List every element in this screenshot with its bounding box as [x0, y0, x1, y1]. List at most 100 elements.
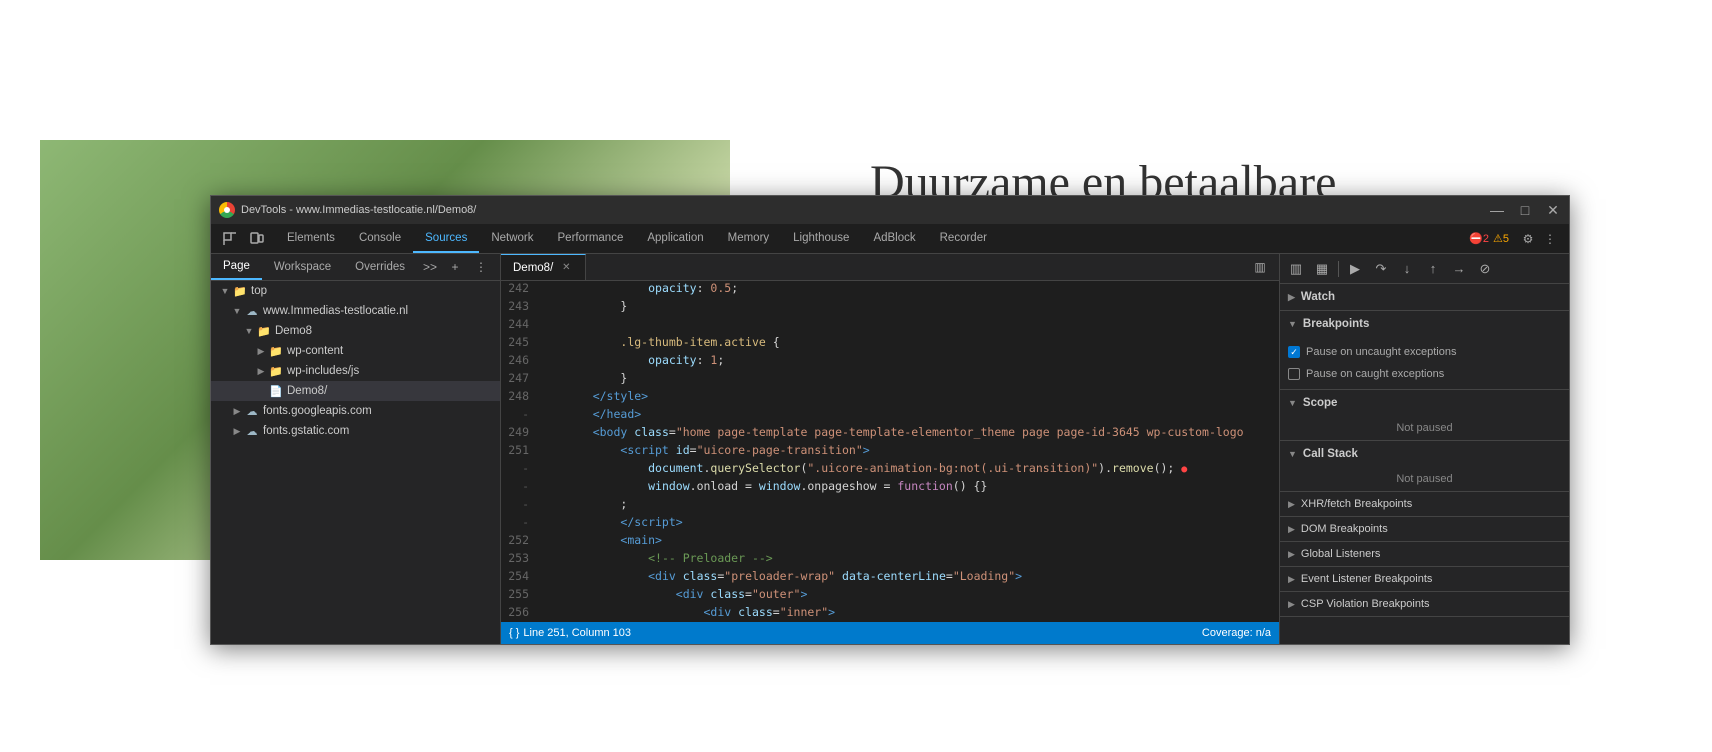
code-line-dash-2: - document.querySelector(".uicore-animat…	[501, 461, 1279, 479]
subtab-workspace[interactable]: Workspace	[262, 254, 343, 280]
caught-checkbox[interactable]	[1288, 368, 1300, 380]
tree-item-fonts-google[interactable]: ▶ ☁ fonts.googleapis.com	[211, 401, 500, 421]
panel-layout-btn[interactable]: ▦	[1310, 257, 1334, 281]
close-button[interactable]: ✕	[1545, 202, 1561, 219]
code-line-244: 244	[501, 317, 1279, 335]
tab-icons	[219, 224, 267, 253]
debug-section-watch: ▶ Watch	[1280, 284, 1569, 311]
subtab-more[interactable]: >>	[417, 254, 443, 280]
code-line-256: 256 <div class="inner">	[501, 605, 1279, 622]
breakpoints-body: ✓ Pause on uncaught exceptions Pause on …	[1280, 337, 1569, 389]
code-line-246: 246 opacity: 1;	[501, 353, 1279, 371]
warning-icon: ⚠	[1493, 232, 1503, 245]
step-over-btn[interactable]: ↷	[1369, 257, 1393, 281]
dom-header[interactable]: ▶ DOM Breakpoints	[1280, 517, 1569, 541]
event-header[interactable]: ▶ Event Listener Breakpoints	[1280, 567, 1569, 591]
breakpoint-caught[interactable]: Pause on caught exceptions	[1288, 363, 1561, 385]
event-label: Event Listener Breakpoints	[1301, 573, 1432, 585]
event-arrow: ▶	[1288, 574, 1295, 585]
new-snippet-btn[interactable]: +	[444, 256, 466, 278]
subtab-page[interactable]: Page	[211, 254, 262, 280]
tree-item-demo8-file[interactable]: 📄 Demo8/	[211, 381, 500, 401]
step-out-btn[interactable]: ↑	[1421, 257, 1445, 281]
code-line-245: 245 .lg-thumb-item.active {	[501, 335, 1279, 353]
xhr-header[interactable]: ▶ XHR/fetch Breakpoints	[1280, 492, 1569, 516]
tab-adblock[interactable]: AdBlock	[861, 224, 927, 253]
code-content[interactable]: 242 opacity: 0.5; 243 } 244	[501, 281, 1279, 622]
debug-section-dom: ▶ DOM Breakpoints	[1280, 517, 1569, 542]
tab-memory[interactable]: Memory	[716, 224, 782, 253]
settings-btn[interactable]: ⚙	[1517, 228, 1539, 250]
code-line-253: 253 <!-- Preloader -->	[501, 551, 1279, 569]
tree-item-demo8[interactable]: ▼ 📁 Demo8	[211, 321, 500, 341]
tree-item-immedias[interactable]: ▼ ☁ www.Immedias-testlocatie.nl	[211, 301, 500, 321]
csp-header[interactable]: ▶ CSP Violation Breakpoints	[1280, 592, 1569, 616]
step-into-btn[interactable]: ↓	[1395, 257, 1419, 281]
tree-arrow-fonts-gstatic: ▶	[231, 426, 243, 437]
tab-lighthouse[interactable]: Lighthouse	[781, 224, 861, 253]
code-line-249: 249 <body class="home page-template page…	[501, 425, 1279, 443]
tab-sources[interactable]: Sources	[413, 224, 479, 253]
tab-application[interactable]: Application	[635, 224, 715, 253]
breakpoint-uncaught[interactable]: ✓ Pause on uncaught exceptions	[1288, 341, 1561, 363]
code-line-252: 252 <main>	[501, 533, 1279, 551]
tree-item-fonts-gstatic[interactable]: ▶ ☁ fonts.gstatic.com	[211, 421, 500, 441]
resume-btn[interactable]: ▶	[1343, 257, 1367, 281]
main-content: Page Workspace Overrides >> + ⋮ ▼ 📁 top …	[211, 254, 1569, 644]
status-coverage: Coverage: n/a	[1202, 627, 1271, 639]
tree-item-wp-includes[interactable]: ▶ 📁 wp-includes/js	[211, 361, 500, 381]
breakpoints-header[interactable]: ▼ Breakpoints	[1280, 311, 1569, 337]
tree-label-top: top	[251, 285, 267, 297]
code-panel: Demo8/ ✕ ▥ 242 opacity: 0.5;	[501, 254, 1279, 644]
folder-icon-wp-includes: 📁	[269, 365, 283, 378]
sub-tabs-actions: + ⋮	[444, 254, 500, 280]
tab-network[interactable]: Network	[479, 224, 545, 253]
debug-section-event: ▶ Event Listener Breakpoints	[1280, 567, 1569, 592]
more-menu-btn[interactable]: ⋮	[1539, 228, 1561, 250]
tree-item-wp-content[interactable]: ▶ 📁 wp-content	[211, 341, 500, 361]
tab-performance[interactable]: Performance	[546, 224, 636, 253]
status-left: { } Line 251, Column 103	[509, 627, 631, 639]
folder-icon-top: 📁	[233, 285, 247, 298]
tree-item-top[interactable]: ▼ 📁 top	[211, 281, 500, 301]
breakpoints-label: Breakpoints	[1303, 318, 1369, 330]
watch-header[interactable]: ▶ Watch	[1280, 284, 1569, 310]
filter-btn[interactable]: ⋮	[470, 256, 492, 278]
debug-section-xhr: ▶ XHR/fetch Breakpoints	[1280, 492, 1569, 517]
tree-label-demo8: Demo8	[275, 325, 312, 337]
toolbar-separator-1	[1338, 261, 1339, 277]
tree-arrow-demo8: ▼	[243, 326, 255, 336]
device-toolbar-btn[interactable]	[245, 228, 267, 250]
title-bar-controls: — □ ✕	[1489, 202, 1561, 219]
code-tab-close-btn[interactable]: ✕	[559, 261, 573, 275]
deactivate-btn[interactable]: ⊘	[1473, 257, 1497, 281]
tree-label-fonts-google: fonts.googleapis.com	[263, 405, 372, 417]
inspect-element-btn[interactable]	[219, 228, 241, 250]
uncaught-checkbox[interactable]: ✓	[1288, 346, 1300, 358]
callstack-header[interactable]: ▼ Call Stack	[1280, 441, 1569, 467]
debug-section-global: ▶ Global Listeners	[1280, 542, 1569, 567]
subtab-overrides[interactable]: Overrides	[343, 254, 417, 280]
tab-recorder[interactable]: Recorder	[928, 224, 999, 253]
split-pane-btn[interactable]: ▥	[1249, 256, 1271, 278]
tab-elements[interactable]: Elements	[275, 224, 347, 253]
tab-console[interactable]: Console	[347, 224, 413, 253]
breakpoints-arrow: ▼	[1288, 319, 1297, 329]
code-line-242: 242 opacity: 0.5;	[501, 281, 1279, 299]
step-btn[interactable]: →	[1447, 257, 1471, 281]
tree-label-fonts-gstatic: fonts.gstatic.com	[263, 425, 349, 437]
folder-icon-demo8: 📁	[257, 325, 271, 338]
minimize-button[interactable]: —	[1489, 202, 1505, 218]
tree-arrow-immedias: ▼	[231, 306, 243, 316]
maximize-button[interactable]: □	[1517, 202, 1533, 218]
global-header[interactable]: ▶ Global Listeners	[1280, 542, 1569, 566]
tree-label-demo8-file: Demo8/	[287, 385, 327, 397]
split-editor-btn[interactable]: ▥	[1284, 257, 1308, 281]
code-tab-demo8[interactable]: Demo8/ ✕	[501, 254, 586, 280]
csp-label: CSP Violation Breakpoints	[1301, 598, 1430, 610]
error-icon: ⛔	[1469, 232, 1483, 245]
scope-header[interactable]: ▼ Scope	[1280, 390, 1569, 416]
cloud-icon-immedias: ☁	[245, 305, 259, 318]
dom-arrow: ▶	[1288, 524, 1295, 535]
global-label: Global Listeners	[1301, 548, 1381, 560]
